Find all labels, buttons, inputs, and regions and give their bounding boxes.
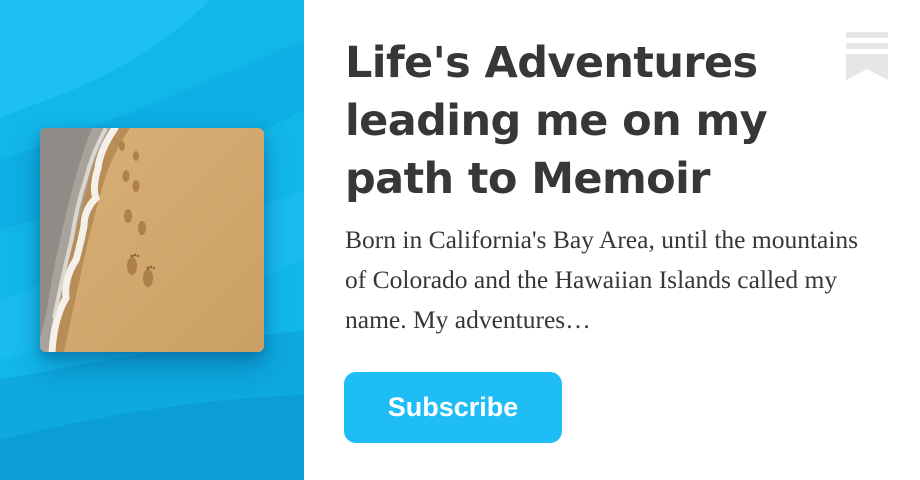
subscribe-button[interactable]: Subscribe — [344, 372, 562, 443]
cover-panel — [0, 0, 304, 480]
beach-footprints-image — [40, 128, 264, 352]
publication-info: Life's Adventures leading me on my path … — [304, 0, 920, 480]
publication-card: Life's Adventures leading me on my path … — [0, 0, 920, 480]
substack-bookmark-icon — [846, 32, 888, 80]
publication-title: Life's Adventures leading me on my path … — [345, 38, 768, 204]
publication-cover-image[interactable] — [40, 128, 264, 352]
publication-description: Born in California's Bay Area, until the… — [345, 225, 859, 334]
